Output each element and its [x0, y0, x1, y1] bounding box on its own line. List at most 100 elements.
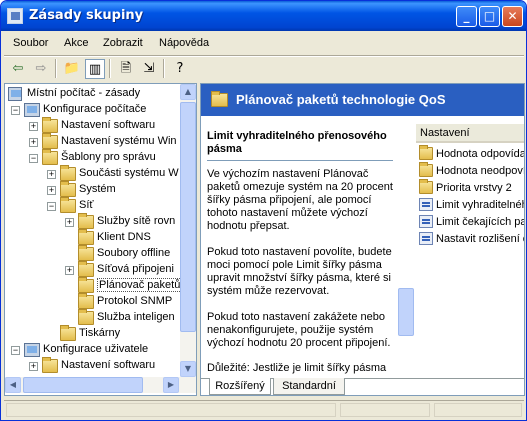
list-item[interactable]: Hodnota odpovída — [416, 145, 524, 163]
view-tabs: Rozšířený Standardní — [201, 378, 524, 395]
expand-icon[interactable]: + — [65, 266, 74, 275]
tree-item-computer-configuration[interactable]: − Konfigurace počítače — [11, 102, 179, 119]
description-scrollbar[interactable] — [398, 206, 414, 378]
folder-icon — [42, 133, 58, 149]
console-tree[interactable]: Místní počítač - zásady − Konfigurace po… — [4, 83, 197, 396]
tab-extended[interactable]: Rozšířený — [209, 378, 271, 395]
menu-napoveda[interactable]: Nápověda — [159, 37, 209, 49]
list-item[interactable]: Limit čekajících pak — [416, 214, 524, 231]
folder-icon — [42, 149, 58, 165]
tree-item-network[interactable]: − Síť — [47, 197, 179, 215]
settings-list[interactable]: Nastavení Hodnota odpovída Hodnota neodp… — [416, 116, 524, 378]
status-cell — [340, 403, 430, 417]
folder-icon — [78, 245, 94, 261]
folder-icon — [419, 145, 433, 160]
column-header-setting[interactable]: Nastavení — [416, 124, 524, 143]
folder-icon — [42, 117, 58, 133]
expand-icon[interactable]: + — [29, 122, 38, 131]
maximize-button[interactable]: □ — [479, 6, 500, 27]
export-list-button[interactable]: ⇲ — [139, 59, 159, 79]
minimize-icon: _ — [463, 9, 470, 23]
setting-title: Limit vyhraditelného přenosového pásma — [207, 130, 387, 155]
toolbar-separator — [109, 59, 111, 78]
list-item[interactable]: Nastavit rozlišení č — [416, 231, 524, 248]
toolbar: ⇦ ⇨ 📁 ▥ 🗎 ⇲ ? — [4, 57, 524, 81]
folder-open-icon — [60, 197, 76, 213]
list-item[interactable]: Hodnota neodpoví — [416, 162, 524, 180]
tree-item-windows-settings[interactable]: + Nastavení systému Win — [29, 133, 179, 151]
maximize-icon: □ — [483, 9, 496, 23]
console-tree-icon: ▥ — [88, 62, 102, 77]
scroll-up-icon[interactable]: ▲ — [180, 84, 196, 100]
up-level-button[interactable]: 📁 — [62, 59, 82, 79]
folder-icon — [78, 309, 94, 325]
menu-zobrazit[interactable]: Zobrazit — [103, 37, 143, 49]
tree-item-printers[interactable]: Tiskárny — [47, 325, 179, 343]
tree-item-intelligent-service[interactable]: Služba inteligen — [65, 309, 179, 327]
expand-icon[interactable]: + — [47, 186, 56, 195]
scroll-thumb[interactable] — [180, 102, 196, 332]
tree-vertical-scrollbar[interactable]: ▲ ▼ — [180, 84, 196, 377]
tree-item-admin-templates[interactable]: − Šablony pro správu — [29, 149, 179, 167]
tree-item-software-settings[interactable]: + Nastavení softwaru — [29, 117, 179, 135]
scroll-down-icon[interactable]: ▼ — [180, 361, 196, 377]
setting-icon — [419, 198, 433, 211]
collapse-icon[interactable]: − — [11, 106, 20, 115]
tab-standard[interactable]: Standardní — [273, 378, 345, 395]
folder-icon — [78, 229, 94, 245]
arrow-left-icon: ⇦ — [12, 61, 24, 76]
collapse-icon[interactable]: − — [29, 154, 38, 163]
toolbar-separator — [55, 59, 57, 78]
minimize-button[interactable]: _ — [456, 6, 477, 27]
help-button[interactable]: ? — [170, 59, 190, 79]
description-paragraph: Důležité: Jestliže je limit šířky pásma — [207, 362, 387, 374]
status-cell — [6, 403, 336, 417]
scroll-thumb[interactable] — [23, 377, 143, 393]
folder-icon — [60, 181, 76, 197]
tree-item-user-software-settings[interactable]: + Nastavení softwaru — [29, 357, 179, 375]
description-paragraph: Pokud toto nastavení zakážete nebo nenak… — [207, 311, 391, 349]
list-item[interactable]: Limit vyhraditelnéh — [416, 197, 524, 214]
setting-icon — [419, 232, 433, 245]
status-cell — [434, 403, 522, 417]
close-button[interactable]: ✕ — [502, 6, 523, 27]
show-hide-tree-button[interactable]: ▥ — [85, 59, 105, 79]
back-button[interactable]: ⇦ — [8, 59, 28, 79]
close-icon: ✕ — [507, 9, 518, 23]
scroll-right-icon[interactable]: ▶ — [163, 377, 179, 393]
menu-akce[interactable]: Akce — [64, 37, 88, 49]
scroll-thumb[interactable] — [398, 288, 414, 336]
menu-bar: Soubor Akce Zobrazit Nápověda — [4, 34, 524, 54]
tree-item-user-configuration[interactable]: − Konfigurace uživatele — [11, 342, 179, 359]
folder-icon — [211, 91, 228, 107]
description-paragraph: Ve výchozím nastavení Plánovač paketů om… — [207, 168, 393, 232]
expand-icon[interactable]: + — [65, 218, 74, 227]
window-title: Zásady skupiny — [29, 8, 144, 23]
export-list-icon: ⇲ — [143, 61, 155, 76]
folder-icon — [419, 179, 433, 194]
forward-button[interactable]: ⇨ — [31, 59, 51, 79]
toolbar-separator — [163, 59, 165, 78]
setting-icon — [419, 215, 433, 228]
folder-icon — [42, 357, 58, 373]
title-bar[interactable]: Zásady skupiny _ □ ✕ — [1, 1, 526, 31]
properties-button[interactable]: 🗎 — [116, 59, 136, 79]
list-item[interactable]: Priorita vrstvy 2 — [416, 179, 524, 197]
collapse-icon[interactable]: − — [11, 346, 20, 355]
status-bar — [4, 400, 524, 418]
expand-icon[interactable]: + — [29, 138, 38, 147]
tree-horizontal-scrollbar[interactable]: ◀ ▶ — [5, 377, 196, 393]
expand-icon[interactable]: + — [47, 170, 56, 179]
properties-icon: 🗎 — [120, 61, 132, 76]
user-icon — [24, 343, 40, 357]
policy-icon — [8, 87, 22, 101]
scroll-left-icon[interactable]: ◀ — [5, 377, 21, 393]
tree-item-local-policy[interactable]: Místní počítač - zásady — [7, 86, 179, 103]
description-panel: Limit vyhraditelného přenosového pásma V… — [201, 116, 416, 378]
details-title: Plánovač paketů technologie QoS — [236, 92, 446, 107]
expand-icon[interactable]: + — [29, 362, 38, 371]
menu-soubor[interactable]: Soubor — [13, 37, 48, 49]
computer-icon — [24, 103, 40, 117]
collapse-icon[interactable]: − — [47, 202, 56, 211]
divider — [207, 160, 393, 161]
